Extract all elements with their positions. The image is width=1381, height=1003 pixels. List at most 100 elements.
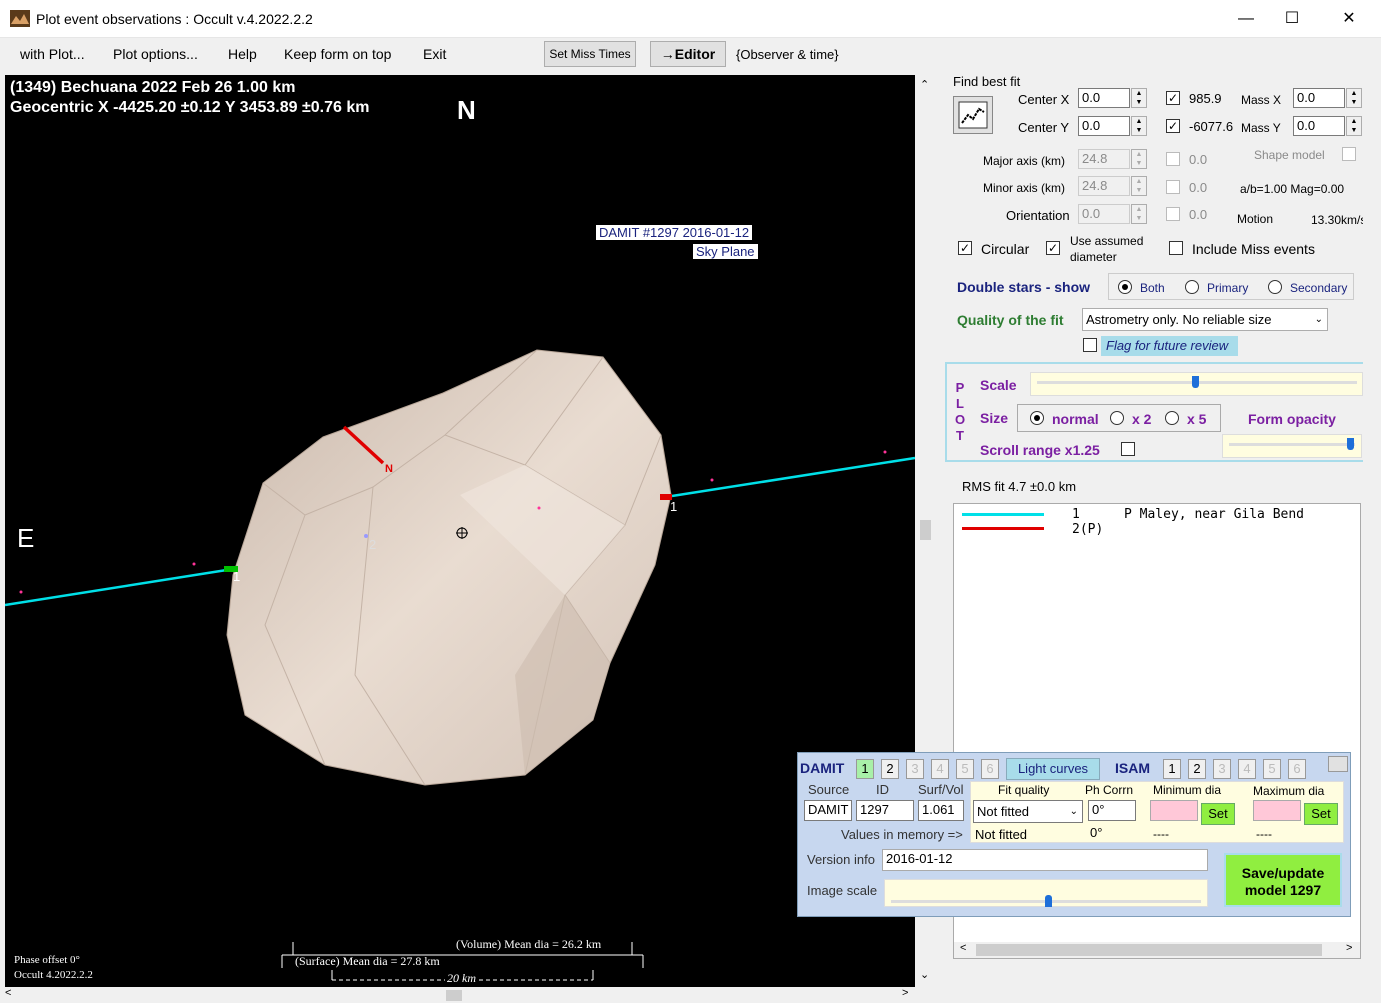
center-x-checkbox[interactable]: ✓ (1166, 91, 1180, 105)
center-y-input[interactable]: 0.0 (1078, 116, 1130, 136)
mass-x-input[interactable]: 0.0 (1293, 88, 1345, 108)
observer-time-link[interactable]: {Observer & time} (736, 47, 839, 62)
damit-model-1[interactable]: 1 (856, 759, 874, 779)
mass-y-input[interactable]: 0.0 (1293, 116, 1345, 136)
flag-review-checkbox[interactable] (1083, 338, 1097, 352)
quality-label: Quality of the fit (957, 312, 1064, 328)
isam-model-2[interactable]: 2 (1188, 759, 1206, 779)
minimum-dia-input[interactable] (1150, 800, 1198, 821)
version-info-input[interactable]: 2016-01-12 (882, 849, 1208, 871)
surf-vol-input[interactable]: 1.061 (918, 800, 964, 821)
menu-plot-options[interactable]: Plot options... (113, 46, 198, 62)
form-opacity-slider[interactable] (1222, 434, 1362, 458)
scale-slider[interactable] (1030, 372, 1363, 396)
isam-model-6[interactable]: 6 (1288, 759, 1306, 779)
quality-select[interactable]: Astrometry only. No reliable size ⌄ (1082, 308, 1328, 331)
secondary-radio[interactable] (1268, 280, 1282, 294)
plot-hscrollbar[interactable]: < > (0, 987, 916, 1003)
minor-axis-checkbox[interactable] (1166, 180, 1180, 194)
both-radio[interactable] (1118, 280, 1132, 294)
legend-name-1: P Maley, near Gila Bend (1124, 507, 1305, 522)
find-best-fit-button[interactable] (953, 96, 993, 134)
menu-help[interactable]: Help (228, 46, 257, 62)
plot-header-event: (1349) Bechuana 2022 Feb 26 1.00 km (10, 79, 296, 96)
isam-model-1[interactable]: 1 (1163, 759, 1181, 779)
scale-slider-thumb[interactable] (1192, 376, 1200, 388)
set-minimum-dia-button[interactable]: Set (1201, 803, 1235, 825)
mass-y-spinner[interactable]: ▲ ▼ (1346, 116, 1362, 136)
menu-keep-on-top[interactable]: Keep form on top (284, 46, 391, 62)
circular-label: Circular (981, 241, 1030, 257)
set-miss-times-button[interactable]: Set Miss Times (544, 41, 636, 67)
close-button[interactable]: ✕ (1326, 0, 1372, 38)
size-normal-label: normal (1052, 411, 1099, 427)
size-x5-radio[interactable] (1165, 411, 1179, 425)
maximum-dia-input[interactable] (1253, 800, 1301, 821)
form-opacity-slider-thumb[interactable] (1346, 438, 1354, 450)
maximize-button[interactable]: ☐ (1269, 0, 1315, 38)
legend-hscrollbar[interactable]: < > (954, 942, 1360, 958)
use-assumed-checkbox[interactable]: ✓ (1046, 241, 1060, 255)
save-update-model-button[interactable]: Save/update model 1297 (1224, 853, 1342, 907)
isam-model-3[interactable]: 3 (1213, 759, 1231, 779)
isam-model-5[interactable]: 5 (1263, 759, 1281, 779)
isam-model-4[interactable]: 4 (1238, 759, 1256, 779)
damit-model-2[interactable]: 2 (881, 759, 899, 779)
scroll-range-checkbox[interactable] (1121, 442, 1135, 456)
minor-axis-input[interactable]: 24.8 (1078, 176, 1130, 196)
center-x-input[interactable]: 0.0 (1078, 88, 1130, 108)
damit-model-3[interactable]: 3 (906, 759, 924, 779)
center-y-checkbox[interactable]: ✓ (1166, 119, 1180, 133)
menu-bar: with Plot... Plot options... Help Keep f… (0, 38, 1381, 72)
center-y-spinner[interactable]: ▲ ▼ (1131, 116, 1147, 136)
orientation-value: 0.0 (1189, 207, 1208, 222)
ph-corrn-header: Ph Corrn (1085, 783, 1134, 797)
damit-model-6[interactable]: 6 (981, 759, 999, 779)
editor-button[interactable]: →Editor (650, 41, 726, 67)
include-miss-label: Include Miss events (1192, 241, 1315, 257)
damit-model-4[interactable]: 4 (931, 759, 949, 779)
chord-label-1: 1 (670, 499, 678, 514)
menu-with-plot[interactable]: with Plot... (20, 46, 85, 62)
menu-exit[interactable]: Exit (423, 46, 446, 62)
major-axis-input[interactable]: 24.8 (1078, 149, 1130, 169)
major-axis-spinner[interactable]: ▲ ▼ (1131, 149, 1147, 169)
north-label: N (457, 95, 476, 125)
shape-model-checkbox[interactable] (1342, 147, 1356, 161)
fit-quality-select[interactable]: Not fitted ⌄ (973, 800, 1083, 823)
image-scale-slider[interactable] (884, 879, 1208, 907)
orientation-checkbox[interactable] (1166, 207, 1180, 221)
window-title: Plot event observations : Occult v.4.202… (36, 11, 313, 27)
right-panel-vscrollbar[interactable] (1363, 75, 1381, 985)
scale-bar-label: 20 km (445, 971, 478, 986)
mass-x-spinner[interactable]: ▲ ▼ (1346, 88, 1362, 108)
form-opacity-label: Form opacity (1248, 411, 1336, 427)
source-input[interactable]: DAMIT (804, 800, 852, 821)
light-curves-button[interactable]: Light curves (1006, 758, 1100, 780)
ab-mag-text: a/b=1.00 Mag=0.00 (1240, 182, 1345, 196)
id-input[interactable]: 1297 (856, 800, 914, 821)
ph-corrn-input[interactable]: 0° (1088, 800, 1136, 821)
major-axis-checkbox[interactable] (1166, 152, 1180, 166)
size-label: Size (980, 410, 1009, 426)
damit-model-5[interactable]: 5 (956, 759, 974, 779)
include-miss-checkbox[interactable] (1169, 241, 1183, 255)
center-x-spinner[interactable]: ▲ ▼ (1131, 88, 1147, 108)
orientation-input[interactable]: 0.0 (1078, 204, 1130, 224)
center-x-label: Center X (1018, 92, 1070, 107)
values-in-memory-label: Values in memory => (841, 827, 963, 842)
size-x2-radio[interactable] (1110, 411, 1124, 425)
image-scale-slider-thumb[interactable] (1045, 895, 1052, 907)
damit-panel-toggle-button[interactable] (1328, 756, 1348, 772)
asteroid-shape-plot (5, 349, 915, 981)
orientation-spinner[interactable]: ▲ ▼ (1131, 204, 1147, 224)
primary-radio[interactable] (1185, 280, 1199, 294)
size-normal-radio[interactable] (1030, 411, 1044, 425)
plot-canvas[interactable]: (1349) Bechuana 2022 Feb 26 1.00 km Geoc… (5, 75, 915, 987)
chevron-down-icon: ⌄ (1069, 806, 1078, 817)
circular-checkbox[interactable]: ✓ (958, 241, 972, 255)
minimize-button[interactable]: — (1223, 0, 1269, 38)
phase-offset-text: Phase offset 0° (14, 954, 80, 966)
minor-axis-spinner[interactable]: ▲ ▼ (1131, 176, 1147, 196)
set-maximum-dia-button[interactable]: Set (1304, 803, 1338, 825)
